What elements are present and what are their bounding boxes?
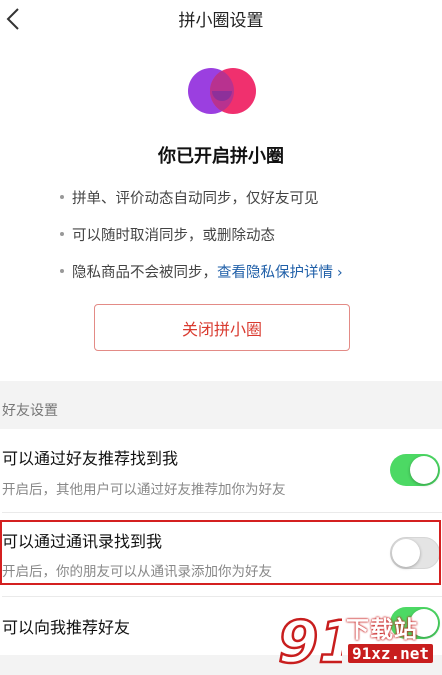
watermark-domain: 91xz.net xyxy=(348,644,434,663)
info-bullet-cancel: 可以随时取消同步，或删除动态 xyxy=(60,224,275,245)
info-bullet-privacy: 隐私商品不会被同步，查看隐私保护详情 › xyxy=(60,261,343,282)
bullet-text: 可以随时取消同步，或删除动态 xyxy=(72,228,275,244)
close-circle-button[interactable]: 关闭拼小圈 xyxy=(94,304,350,351)
bullet-dot xyxy=(60,269,64,273)
section-label-friend-settings: 好友设置 xyxy=(2,403,58,419)
watermark-site-name: 下载站 xyxy=(346,617,418,643)
toggle-knob xyxy=(410,456,438,484)
row-divider xyxy=(2,596,442,597)
toggle-friend-recommend[interactable] xyxy=(390,454,440,486)
section-separator xyxy=(0,381,442,429)
enabled-title: 你已开启拼小圈 xyxy=(158,146,284,167)
privacy-details-link[interactable]: 查看隐私保护详情 xyxy=(217,265,333,281)
page-title: 拼小圈设置 xyxy=(178,11,264,31)
site-watermark: 91 下载站 91xz.net xyxy=(276,606,442,672)
row-title-recommend-to-me: 可以向我推荐好友 xyxy=(2,618,131,637)
info-bullet-sync: 拼单、评价动态自动同步，仅好友可见 xyxy=(60,187,319,208)
top-bar: 拼小圈设置 xyxy=(0,0,442,38)
watermark-logo-icon: 91 xyxy=(277,607,342,672)
highlight-box xyxy=(0,520,441,585)
overlapping-circles-logo xyxy=(188,68,256,114)
bullet-text: 拼单、评价动态自动同步，仅好友可见 xyxy=(72,191,319,207)
row-divider xyxy=(2,512,442,513)
row-title-friend-recommend: 可以通过好友推荐找到我 xyxy=(2,449,179,468)
row-desc-friend-recommend: 开启后，其他用户可以通过好友推荐加你为好友 xyxy=(2,482,286,498)
bullet-text: 隐私商品不会被同步， xyxy=(72,265,217,281)
bullet-dot xyxy=(60,195,64,199)
bullet-dot xyxy=(60,232,64,236)
chevron-right-icon: › xyxy=(337,265,343,281)
svg-text:91: 91 xyxy=(278,608,342,672)
